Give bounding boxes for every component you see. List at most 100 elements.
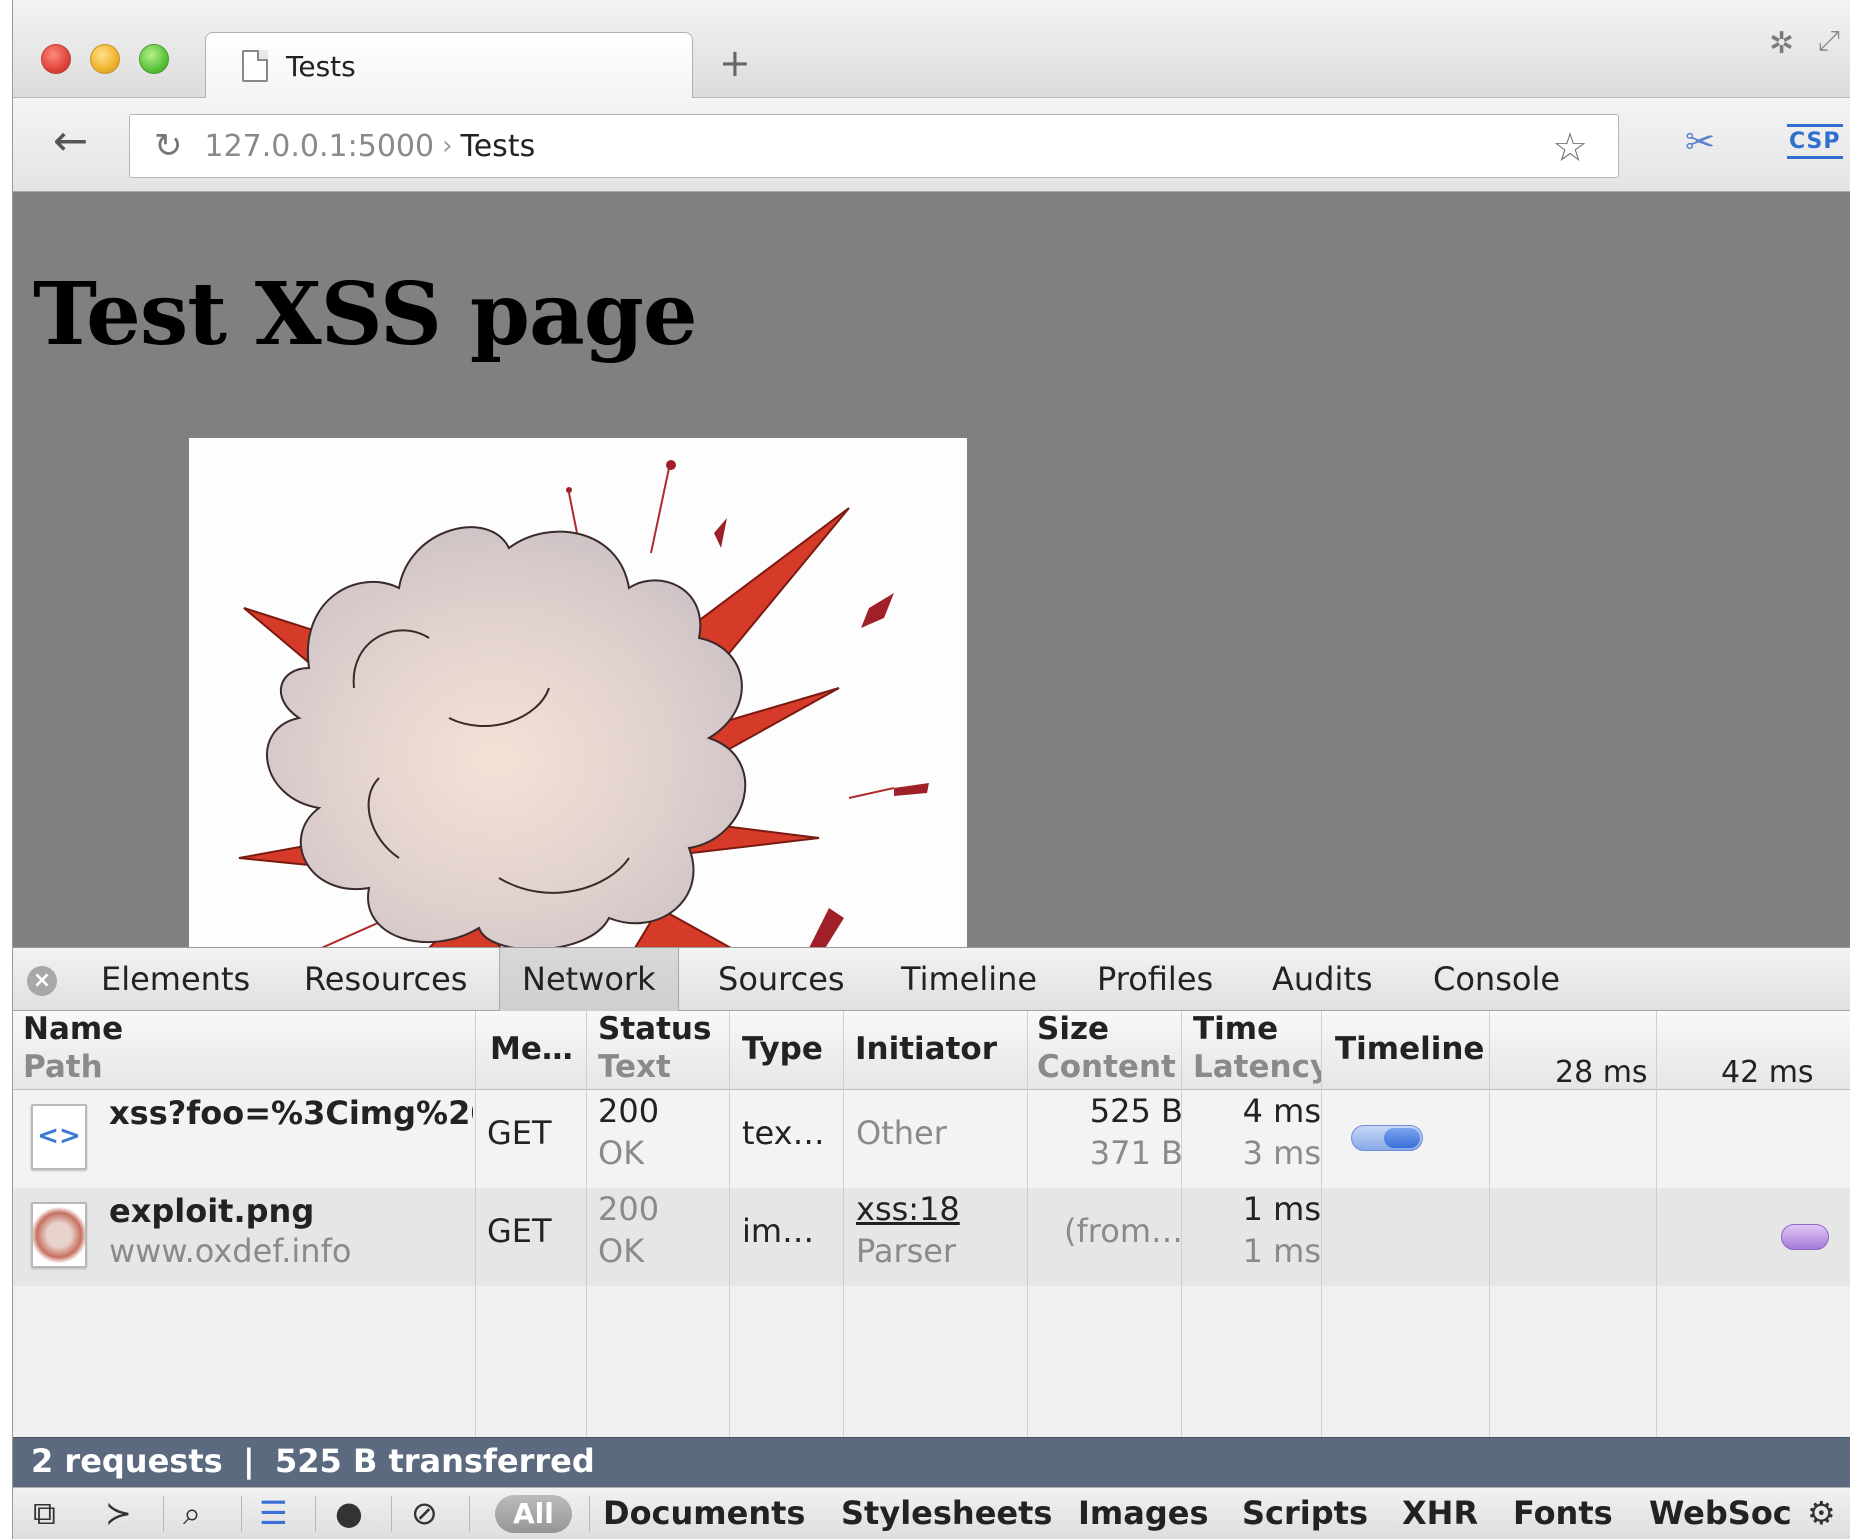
zoom-window-button[interactable] [139,44,169,74]
page-icon [242,50,268,82]
gear-icon[interactable]: ✲ [1769,26,1794,61]
col-time-header[interactable]: Time [1193,1011,1278,1047]
network-summary-bar: 2 requests | 525 B transferred [13,1437,1850,1487]
request-name: exploit.png [109,1192,315,1230]
request-count: 2 requests [31,1442,223,1480]
col-latency-header[interactable]: Latency [1193,1049,1321,1085]
col-type-header[interactable]: Type [742,1031,823,1067]
request-initiator-sub: Parser [856,1232,957,1270]
tab-console[interactable]: Console [1433,948,1560,1011]
page-heading: Test XSS page [33,264,698,365]
request-type: tex… [742,1114,825,1152]
url-page-title: Tests [460,128,536,164]
table-row[interactable]: <> xss?foo=%3Cimg%20 GET 200 OK tex… Oth… [13,1090,1850,1188]
filter-fonts[interactable]: Fonts [1513,1494,1613,1532]
filter-xhr[interactable]: XHR [1402,1494,1478,1532]
column-divider [1656,1011,1657,1437]
col-size-header[interactable]: Size [1037,1011,1109,1047]
network-grid-header: Name Path Me… Status Text Type Initiator… [13,1011,1850,1090]
dock-icon[interactable]: ⧉ [33,1494,56,1533]
col-timeline-header[interactable]: Timeline [1335,1031,1484,1067]
tab-audits[interactable]: Audits [1272,948,1373,1011]
page-viewport: Test XSS page [13,192,1850,947]
browser-window: Tests + ✲ ⤢ ← ↻ 127.0.0.1:5000 › Tests ☆… [12,0,1850,1539]
request-time: 1 ms [1242,1190,1321,1228]
table-row[interactable]: exploit.png www.oxdef.info GET 200 OK im… [13,1188,1850,1286]
request-method: GET [487,1114,552,1152]
network-grid: Name Path Me… Status Text Type Initiator… [13,1011,1850,1437]
tab-profiles[interactable]: Profiles [1097,948,1213,1011]
divider [163,1496,164,1532]
settings-gear-icon[interactable]: ⚙ [1807,1494,1836,1532]
divider [469,1496,470,1532]
request-path: www.oxdef.info [109,1232,352,1270]
column-divider [1181,1011,1182,1437]
request-initiator-link[interactable]: xss:18 [856,1190,960,1228]
divider [241,1496,242,1532]
col-initiator-header[interactable]: Initiator [855,1031,997,1067]
request-content-size: 371 B [1089,1134,1183,1172]
divider [315,1496,316,1532]
request-name: xss?foo=%3Cimg%20 [109,1094,473,1132]
summary-separator: | [243,1442,255,1480]
network-status-bar: ⧉ ≻ ⌕ ☰ ● ⊘ All Documents Stylesheets Im… [13,1487,1850,1539]
list-view-icon[interactable]: ☰ [259,1494,288,1532]
minimize-window-button[interactable] [90,44,120,74]
tab-timeline[interactable]: Timeline [901,948,1037,1011]
col-name-header[interactable]: Name [23,1011,123,1047]
tab-sources[interactable]: Sources [718,948,845,1011]
column-divider [475,1011,476,1437]
col-method-header[interactable]: Me… [490,1031,573,1067]
tab-elements[interactable]: Elements [101,948,250,1011]
col-status-text-header[interactable]: Text [598,1049,728,1085]
filter-stylesheets[interactable]: Stylesheets [841,1494,1052,1532]
tab-network[interactable]: Network [499,948,679,1011]
filter-documents[interactable]: Documents [603,1494,805,1532]
explosion-image [189,438,967,947]
filter-all[interactable]: All [495,1495,572,1533]
filter-images[interactable]: Images [1078,1494,1209,1532]
url-host: 127.0.0.1:5000 [204,128,435,164]
scissors-extension-icon[interactable]: ✂ [1685,122,1715,163]
col-path-header[interactable]: Path [23,1049,473,1085]
column-divider [1321,1011,1322,1437]
request-status-text: OK [598,1134,645,1172]
browser-tab[interactable]: Tests [205,32,693,99]
tab-resources[interactable]: Resources [304,948,467,1011]
clear-icon[interactable]: ⊘ [411,1494,438,1532]
request-latency: 1 ms [1242,1232,1321,1270]
column-divider [843,1011,844,1437]
reload-icon[interactable]: ↻ [154,126,183,166]
request-status: 200 [598,1092,660,1130]
new-tab-button[interactable]: + [719,44,751,82]
transferred-size: 525 B transferred [275,1442,595,1480]
request-latency: 3 ms [1242,1134,1321,1172]
timeline-tick-28ms: 28 ms [1555,1055,1648,1090]
url-separator: › [442,131,453,161]
filter-websockets[interactable]: WebSocl [1649,1494,1793,1532]
request-size: (from… [1064,1212,1183,1250]
col-content-header[interactable]: Content [1037,1049,1183,1085]
timeline-bar [1781,1224,1829,1250]
col-status-header[interactable]: Status [598,1011,711,1047]
timeline-bar [1351,1125,1423,1151]
tab-strip: Tests + ✲ ⤢ [13,0,1850,99]
fullscreen-icon[interactable]: ⤢ [1818,24,1840,58]
filter-scripts[interactable]: Scripts [1242,1494,1368,1532]
request-status-text: OK [598,1232,645,1270]
console-drawer-icon[interactable]: ≻ [105,1494,132,1532]
record-icon[interactable]: ● [335,1494,363,1532]
csp-extension-icon[interactable]: CSP [1787,124,1843,159]
request-size: 525 B [1089,1092,1183,1130]
close-window-button[interactable] [41,44,71,74]
column-divider [1027,1011,1028,1437]
timeline-tick-42ms: 42 ms [1721,1055,1814,1090]
request-initiator: Other [856,1114,947,1152]
bookmark-star-icon[interactable]: ☆ [1552,125,1588,171]
close-devtools-icon[interactable]: × [27,966,57,996]
address-bar[interactable]: ↻ 127.0.0.1:5000 › Tests ☆ [129,114,1619,178]
back-arrow-icon[interactable]: ← [53,120,88,162]
search-icon[interactable]: ⌕ [183,1494,201,1533]
column-divider [729,1011,730,1437]
html-document-icon: <> [31,1104,87,1170]
